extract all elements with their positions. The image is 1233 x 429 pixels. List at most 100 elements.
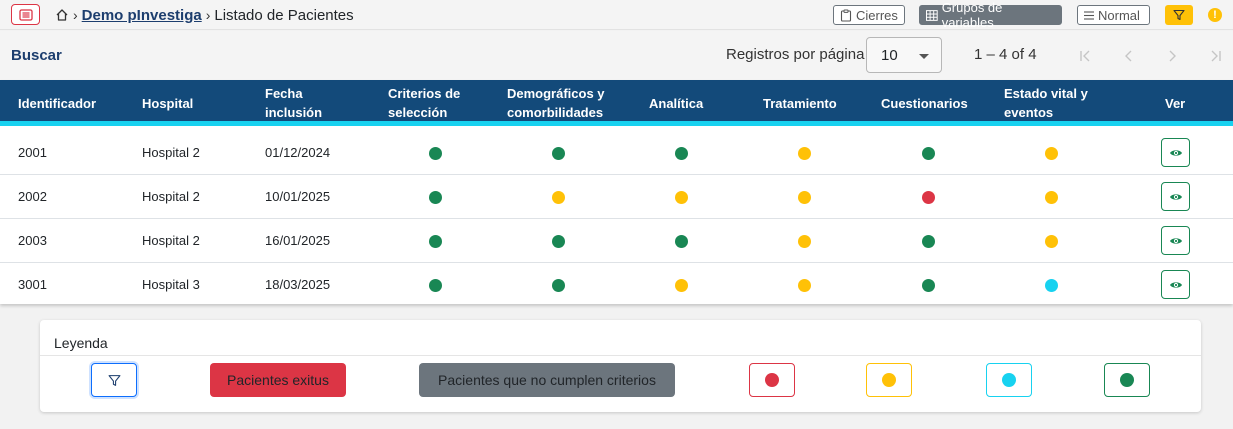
green-status-dot	[1120, 373, 1134, 387]
list-icon	[1084, 10, 1094, 20]
next-page-button[interactable]	[1162, 47, 1182, 65]
status-dot-estado-vital	[1045, 191, 1058, 204]
eye-icon	[1169, 281, 1182, 288]
cell-hospital: Hospital 3	[142, 277, 200, 292]
view-button[interactable]	[1161, 138, 1190, 167]
header-cuestionarios: Cuestionarios	[881, 96, 968, 111]
grupos-variables-button[interactable]: Grupos de variables	[919, 0, 1062, 30]
status-dot-analitica	[675, 147, 688, 160]
last-page-button[interactable]	[1205, 47, 1225, 65]
legend-title: Leyenda	[54, 335, 108, 351]
legend-cyan-status[interactable]	[986, 363, 1032, 397]
legend-no-criterios-button[interactable]: Pacientes que no cumplen criterios	[419, 363, 675, 397]
view-button[interactable]	[1161, 226, 1190, 255]
menu-button[interactable]	[11, 4, 40, 25]
normal-view-button[interactable]: Normal	[1077, 5, 1150, 25]
table-row[interactable]: 2003 Hospital 2 16/01/2025	[0, 219, 1233, 263]
cell-hospital: Hospital 2	[142, 233, 200, 248]
status-dot-demograficos	[552, 147, 565, 160]
header-demograficos: Demográficos y comorbilidades	[507, 86, 605, 120]
status-dot-cuestionarios	[922, 235, 935, 248]
header-identificador[interactable]: Identificador	[18, 94, 96, 113]
view-button[interactable]	[1161, 182, 1190, 211]
status-dot-demograficos	[552, 279, 565, 292]
legend-exitus-button[interactable]: Pacientes exitus	[210, 363, 346, 397]
header-criterios: Criterios de selección	[388, 86, 461, 120]
status-dot-criterios	[429, 235, 442, 248]
chevron-left-icon	[1125, 50, 1132, 62]
header-hospital[interactable]: Hospital	[142, 94, 193, 113]
legend-red-status[interactable]	[749, 363, 795, 397]
status-dot-analitica	[675, 191, 688, 204]
status-dot-criterios	[429, 191, 442, 204]
table-header: Identificador Hospital Fecha inclusión C…	[0, 80, 1233, 126]
breadcrumb: › Demo pInvestiga › Listado de Pacientes	[55, 5, 354, 25]
clipboard-icon	[840, 9, 852, 22]
pagination-range: 1 – 4 of 4	[974, 46, 1037, 63]
patients-table: Identificador Hospital Fecha inclusión C…	[0, 80, 1233, 304]
normal-view-label: Normal	[1098, 7, 1140, 23]
table-row[interactable]: 2002 Hospital 2 10/01/2025	[0, 175, 1233, 219]
filter-button[interactable]	[1165, 5, 1193, 25]
chevron-right-icon: ›	[73, 7, 78, 23]
header-estado-vital: Estado vital y eventos	[1004, 86, 1088, 120]
home-icon[interactable]	[55, 8, 69, 22]
status-dot-cuestionarios	[922, 191, 935, 204]
rows-per-page-value: 10	[881, 47, 898, 64]
info-icon[interactable]: !	[1208, 8, 1222, 22]
cell-fecha: 16/01/2025	[265, 233, 331, 248]
table-icon	[926, 9, 938, 21]
status-dot-estado-vital	[1045, 235, 1058, 248]
status-dot-analitica	[675, 279, 688, 292]
menu-icon	[18, 8, 33, 21]
cierres-button[interactable]: Cierres	[833, 5, 905, 25]
first-page-icon	[1080, 50, 1090, 62]
cyan-status-dot	[1002, 373, 1016, 387]
legend-filter-button[interactable]	[91, 363, 137, 397]
status-dot-demograficos	[552, 191, 565, 204]
breadcrumb-current: Listado de Pacientes	[214, 6, 354, 24]
table-row[interactable]: 3001 Hospital 3 18/03/2025	[0, 263, 1233, 307]
cell-identificador: 2001	[18, 145, 47, 160]
status-dot-estado-vital	[1045, 147, 1058, 160]
chevron-down-icon	[919, 54, 929, 59]
eye-icon	[1169, 237, 1182, 244]
filter-icon	[108, 374, 120, 386]
buscar-button[interactable]: Buscar	[11, 47, 62, 64]
view-button[interactable]	[1161, 270, 1190, 299]
cierres-label: Cierres	[856, 7, 898, 23]
chevron-right-icon: ›	[205, 7, 211, 23]
table-row[interactable]: 2001 Hospital 2 01/12/2024	[0, 131, 1233, 175]
top-bar: › Demo pInvestiga › Listado de Pacientes…	[0, 0, 1233, 30]
cell-identificador: 3001	[18, 277, 47, 292]
toolbar-row: Buscar Registros por página 10 1 – 4 of …	[0, 31, 1233, 80]
first-page-button[interactable]	[1076, 47, 1096, 65]
legend-divider	[40, 355, 1201, 356]
status-dot-cuestionarios	[922, 147, 935, 160]
legend-yellow-status[interactable]	[866, 363, 912, 397]
cell-identificador: 2003	[18, 233, 47, 248]
cell-hospital: Hospital 2	[142, 145, 200, 160]
status-dot-cuestionarios	[922, 279, 935, 292]
eye-icon	[1169, 149, 1182, 156]
status-dot-tratamiento	[798, 279, 811, 292]
breadcrumb-project-link[interactable]: Demo pInvestiga	[82, 7, 202, 24]
yellow-status-dot	[882, 373, 896, 387]
cell-hospital: Hospital 2	[142, 189, 200, 204]
grupos-variables-label: Grupos de variables	[941, 0, 1003, 30]
header-fecha-inclusion[interactable]: Fecha inclusión	[265, 84, 322, 122]
cell-fecha: 18/03/2025	[265, 277, 331, 292]
status-dot-analitica	[675, 235, 688, 248]
legend-card: Leyenda Pacientes exitus Pacientes que n…	[40, 320, 1201, 412]
legend-green-status[interactable]	[1104, 363, 1150, 397]
header-ver: Ver	[1165, 96, 1186, 111]
status-dot-tratamiento	[798, 147, 811, 160]
cell-identificador: 2002	[18, 189, 47, 204]
status-dot-tratamiento	[798, 191, 811, 204]
filter-icon	[1173, 9, 1185, 21]
chevron-right-icon	[1169, 50, 1176, 62]
eye-icon	[1169, 193, 1182, 200]
prev-page-button[interactable]	[1119, 47, 1139, 65]
status-dot-estado-vital	[1045, 279, 1058, 292]
rows-per-page-select[interactable]: 10	[866, 37, 942, 73]
